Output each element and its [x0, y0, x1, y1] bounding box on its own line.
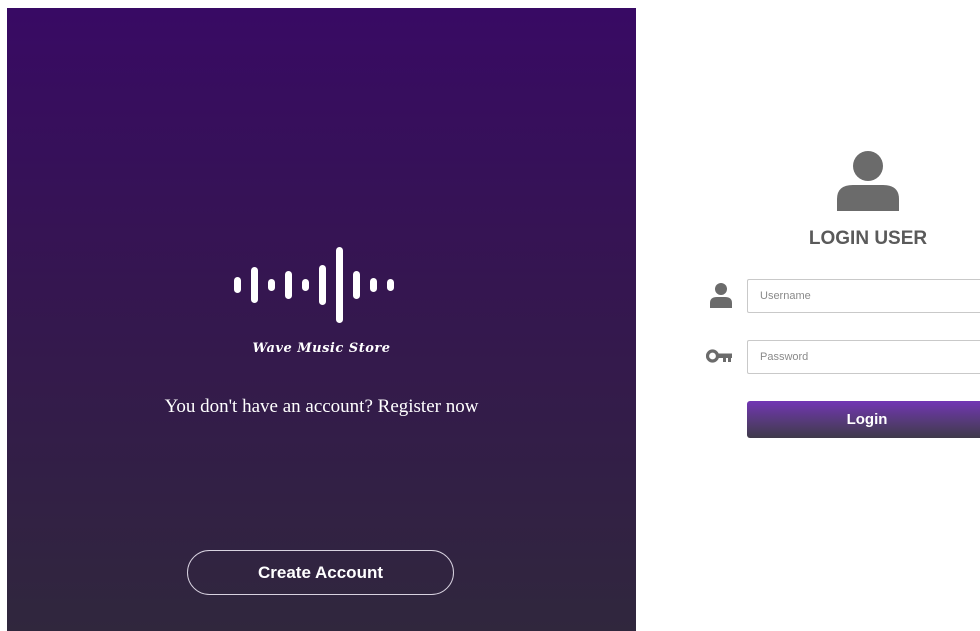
login-button[interactable]: Login — [747, 401, 980, 438]
person-icon — [710, 283, 732, 308]
username-input[interactable] — [747, 279, 980, 313]
password-input[interactable] — [747, 340, 980, 374]
login-title: LOGIN USER — [808, 228, 928, 249]
key-icon — [706, 349, 732, 363]
sound-wave-icon — [234, 247, 394, 323]
branding-panel: Wave Music Store You don't have an accou… — [7, 8, 636, 631]
create-account-button[interactable]: Create Account — [187, 550, 454, 595]
store-name: Wave Music Store — [252, 341, 391, 356]
register-prompt: You don't have an account? Register now — [164, 396, 479, 417]
user-icon — [837, 151, 899, 211]
login-panel: LOGIN USER Login — [636, 0, 980, 631]
app-window: Wave Music Store You don't have an accou… — [0, 0, 980, 631]
